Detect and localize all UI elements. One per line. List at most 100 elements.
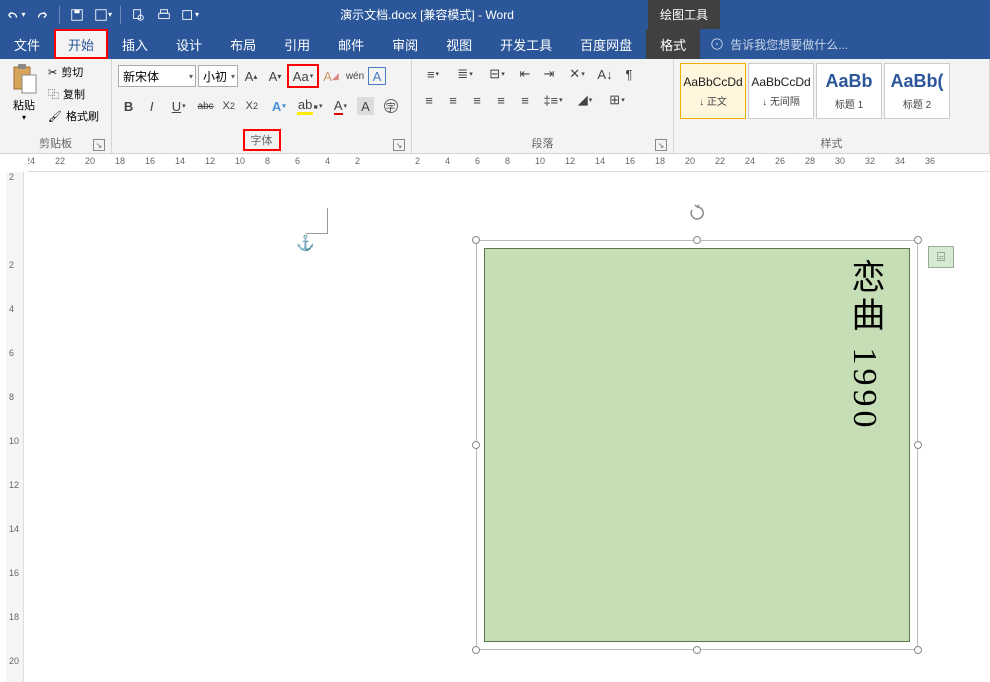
quick-access-toolbar: ▾ ▾ ▾	[0, 3, 206, 27]
font-color-button[interactable]: A▾	[326, 95, 355, 117]
distribute-button[interactable]: ≡	[514, 89, 536, 111]
multilevel-button[interactable]: ⊟▾	[482, 63, 512, 85]
resize-handle-ne[interactable]	[914, 236, 922, 244]
sort-button[interactable]: A↓	[594, 63, 616, 85]
italic-button[interactable]: I	[141, 95, 162, 117]
text-box-shape[interactable]: 恋曲 1990 ⌸	[476, 240, 918, 650]
horizontal-ruler[interactable]: 2422201816141210864224681012141618202224…	[28, 154, 990, 172]
char-border-button[interactable]: A	[368, 67, 386, 85]
ribbon: 粘贴 ▾ ✂剪切 ⿻复制 🖌格式刷 剪贴板↘ 新宋体▾ 小初▾ A▴ A▾ Aa…	[0, 59, 990, 154]
tab-references[interactable]: 引用	[270, 29, 324, 59]
shrink-font-button[interactable]: A▾	[264, 65, 286, 87]
font-name-combo[interactable]: 新宋体▾	[118, 65, 196, 87]
grow-font-button[interactable]: A▴	[240, 65, 262, 87]
clear-formatting-button[interactable]: A◢	[320, 65, 342, 87]
numbering-button[interactable]: ≣▾	[450, 63, 480, 85]
styles-gallery[interactable]: AaBbCcDd↓ 正文AaBbCcDd↓ 无间隔AaBb标题 1AaBb(标题…	[678, 61, 952, 133]
font-size-combo[interactable]: 小初▾	[198, 65, 238, 87]
print-button[interactable]	[152, 3, 176, 27]
tab-file[interactable]: 文件	[0, 29, 54, 59]
style-item-1[interactable]: AaBbCcDd↓ 无间隔	[748, 63, 814, 119]
superscript-button[interactable]: X2	[241, 95, 262, 117]
copy-icon: ⿻	[48, 86, 59, 102]
page-canvas[interactable]: ⚓ 恋曲 1990 ⌸	[28, 172, 990, 682]
tell-me[interactable]: 告诉我您想要做什么...	[700, 29, 858, 59]
layout-options-button[interactable]: ⌸	[928, 246, 954, 268]
font-dialog-launcher[interactable]: ↘	[393, 139, 405, 151]
align-center-button[interactable]: ≡	[442, 89, 464, 111]
bold-button[interactable]: B	[118, 95, 139, 117]
page: ⚓ 恋曲 1990 ⌸	[138, 172, 990, 682]
style-item-3[interactable]: AaBb(标题 2	[884, 63, 950, 119]
group-font-label: 字体	[245, 131, 279, 149]
tab-view[interactable]: 视图	[432, 29, 486, 59]
context-tab-label: 绘图工具	[648, 0, 720, 29]
more-button[interactable]: ▾	[178, 3, 202, 27]
align-right-button[interactable]: ≡	[466, 89, 488, 111]
shape-fill[interactable]: 恋曲 1990	[484, 248, 910, 642]
save-button[interactable]	[65, 3, 89, 27]
undo-button[interactable]: ▾	[4, 3, 28, 27]
tell-me-placeholder: 告诉我您想要做什么...	[730, 36, 848, 53]
preview-button[interactable]	[126, 3, 150, 27]
tab-baidu[interactable]: 百度网盘	[566, 29, 646, 59]
phonetic-guide-button[interactable]: wén	[344, 65, 366, 87]
copy-button[interactable]: ⿻复制	[44, 83, 103, 105]
decrease-indent-button[interactable]: ⇤	[514, 63, 536, 85]
resize-handle-se[interactable]	[914, 646, 922, 654]
bullets-button[interactable]: ≡▾	[418, 63, 448, 85]
paste-button[interactable]: 粘贴 ▾	[4, 61, 44, 133]
group-styles: AaBbCcDd↓ 正文AaBbCcDd↓ 无间隔AaBb标题 1AaBb(标题…	[674, 59, 990, 153]
change-case-button[interactable]: Aa▾	[288, 65, 318, 87]
tab-design[interactable]: 设计	[162, 29, 216, 59]
increase-indent-button[interactable]: ⇥	[538, 63, 560, 85]
shape-text[interactable]: 恋曲 1990	[840, 259, 889, 432]
borders-button[interactable]: ⊞▾	[602, 89, 632, 111]
group-clipboard-label: 剪贴板↘	[4, 133, 107, 153]
title-bar: ▾ ▾ ▾ 演示文档.docx [兼容模式] - Word 绘图工具	[0, 0, 990, 29]
group-paragraph: ≡▾ ≣▾ ⊟▾ ⇤ ⇥ ✕▾ A↓ ¶ ≡ ≡ ≡ ≡ ≡ ‡≡▾ ◢▾ ⊞▾…	[412, 59, 674, 153]
tab-home[interactable]: 开始	[54, 29, 108, 59]
tab-review[interactable]: 审阅	[378, 29, 432, 59]
resize-handle-s[interactable]	[693, 646, 701, 654]
enclose-char-button[interactable]: 字	[376, 95, 405, 117]
highlight-button[interactable]: ab▪▾	[295, 95, 324, 117]
tab-mailings[interactable]: 邮件	[324, 29, 378, 59]
resize-handle-e[interactable]	[914, 441, 922, 449]
clipboard-dialog-launcher[interactable]: ↘	[93, 139, 105, 151]
vertical-ruler[interactable]: 22468101214161820	[6, 172, 24, 682]
resize-handle-w[interactable]	[472, 441, 480, 449]
format-painter-button[interactable]: 🖌格式刷	[44, 105, 103, 127]
tab-format[interactable]: 格式	[646, 29, 700, 59]
strikethrough-button[interactable]: abc	[195, 95, 216, 117]
char-shading-button[interactable]: A	[357, 97, 374, 115]
tab-insert[interactable]: 插入	[108, 29, 162, 59]
cut-button[interactable]: ✂剪切	[44, 61, 103, 83]
style-item-0[interactable]: AaBbCcDd↓ 正文	[680, 63, 746, 119]
paste-label: 粘贴	[13, 97, 35, 113]
resize-handle-nw[interactable]	[472, 236, 480, 244]
subscript-button[interactable]: X2	[218, 95, 239, 117]
scissors-icon: ✂	[48, 66, 57, 79]
rotate-handle[interactable]	[688, 204, 706, 222]
style-item-2[interactable]: AaBb标题 1	[816, 63, 882, 119]
asian-layout-button[interactable]: ✕▾	[562, 63, 592, 85]
paragraph-dialog-launcher[interactable]: ↘	[655, 139, 667, 151]
group-clipboard: 粘贴 ▾ ✂剪切 ⿻复制 🖌格式刷 剪贴板↘	[0, 59, 112, 153]
tab-layout[interactable]: 布局	[216, 29, 270, 59]
group-font: 新宋体▾ 小初▾ A▴ A▾ Aa▾ A◢ wén A B I U▾ abc X…	[112, 59, 412, 153]
redo-button[interactable]	[30, 3, 54, 27]
justify-button[interactable]: ≡	[490, 89, 512, 111]
saveas-button[interactable]: ▾	[91, 3, 115, 27]
shading-button[interactable]: ◢▾	[570, 89, 600, 111]
underline-button[interactable]: U▾	[164, 95, 193, 117]
tab-developer[interactable]: 开发工具	[486, 29, 566, 59]
align-left-button[interactable]: ≡	[418, 89, 440, 111]
show-marks-button[interactable]: ¶	[618, 63, 640, 85]
group-paragraph-label: 段落↘	[416, 133, 669, 153]
resize-handle-sw[interactable]	[472, 646, 480, 654]
text-effects-button[interactable]: A▾	[264, 95, 293, 117]
line-spacing-button[interactable]: ‡≡▾	[538, 89, 568, 111]
paragraph-mark	[306, 208, 328, 234]
resize-handle-n[interactable]	[693, 236, 701, 244]
